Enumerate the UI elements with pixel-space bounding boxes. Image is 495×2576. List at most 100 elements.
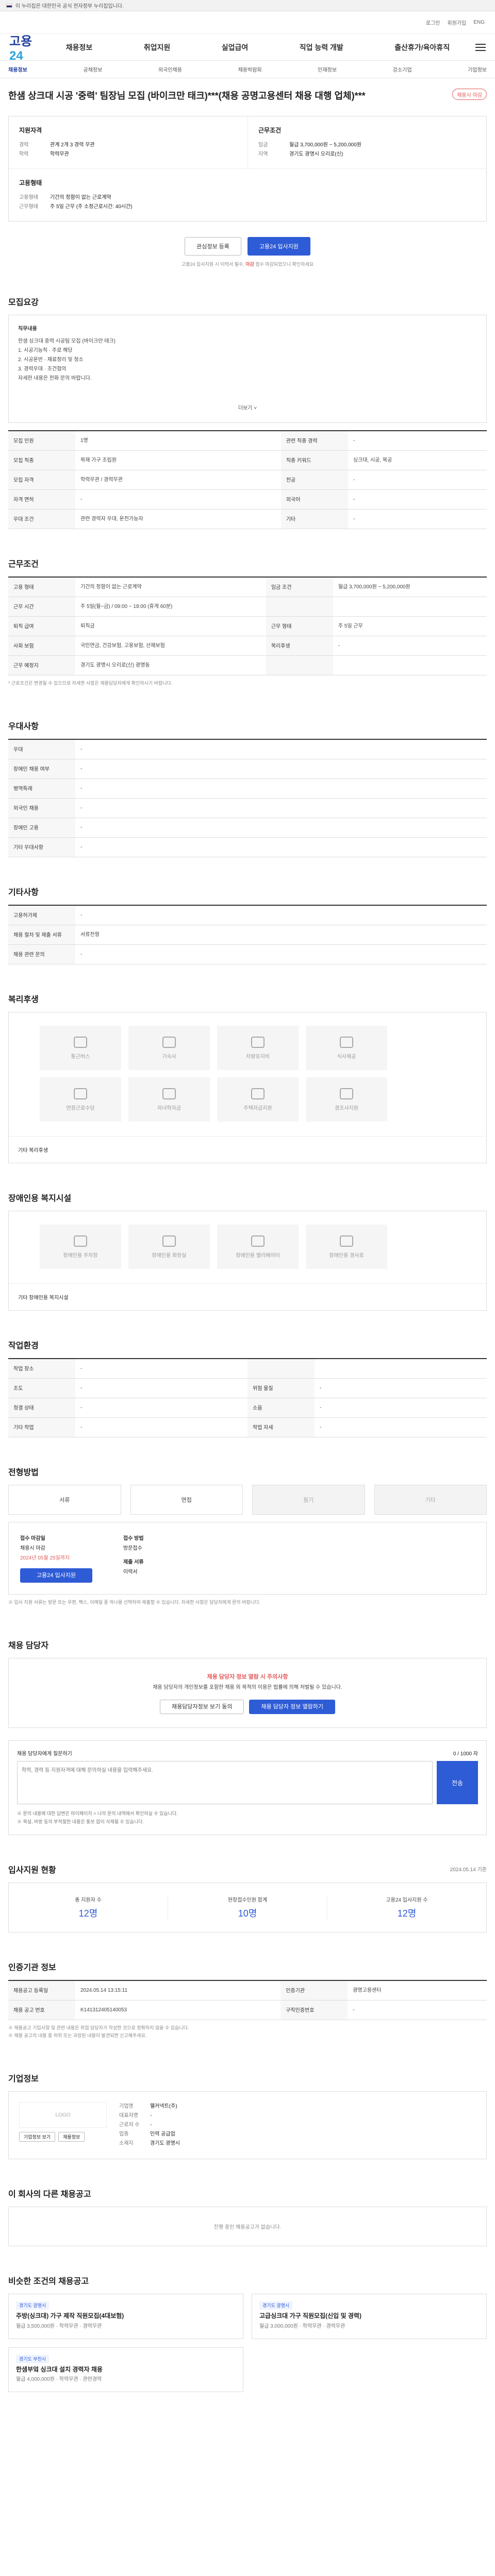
table-cell: K141312405140053 xyxy=(75,2000,281,2020)
table-cell: - xyxy=(75,944,487,965)
login-link[interactable]: 로그인 xyxy=(426,19,440,26)
summary-label: 근무형태 xyxy=(19,204,38,210)
signup-link[interactable]: 회원가입 xyxy=(448,19,467,26)
table-row: 채용 공고 번호 K141312405140053 구직인증번호 - xyxy=(8,2000,487,2020)
company-info-button[interactable]: 기업정보 보기 xyxy=(19,2132,56,2142)
table-header-cell: 위험 물질 xyxy=(248,1378,315,1399)
subnav-item-fair[interactable]: 채용박람회 xyxy=(238,65,262,73)
convenience-section-title: 장애인용 복지시설 xyxy=(8,1194,72,1204)
similar-section-title: 비슷한 조건의 채용공고 xyxy=(8,2277,89,2286)
subnav-item-foreign[interactable]: 외국인채용 xyxy=(158,65,182,73)
similar-job-card[interactable]: 경기도 부천시 한샘부엌 싱크대 설치 경력자 채용 월급 4,000,000원 ·… xyxy=(8,2347,243,2393)
table-cell: - xyxy=(75,1417,248,1438)
similar-job-card[interactable]: 경기도 광명시 고급싱크대 가구 직원모집(신입 및 경력) 월급 3,000,00… xyxy=(252,2294,487,2339)
deadline-value: 채용시 마감 xyxy=(20,1546,45,1552)
stats-section-title: 입사지원 현황 xyxy=(8,1866,56,1875)
summary-label: 지역 xyxy=(258,151,268,157)
subnav-item-small-biz[interactable]: 강소기업 xyxy=(393,65,412,73)
nav-training[interactable]: 직업 능력 개발 xyxy=(300,42,343,53)
similar-job-card[interactable]: 경기도 광명시 주방(싱크대) 가구 제작 직원모집(4대보험) 월급 3,500,… xyxy=(8,2294,243,2339)
table-header-cell: 기타 작업 xyxy=(8,1417,75,1438)
job-card-title[interactable]: 한샘부엌 싱크대 설치 경력자 채용 xyxy=(16,2364,236,2376)
company-jobs-button[interactable]: 채용정보 xyxy=(58,2132,85,2142)
stat-label: 현장접수인원 합계 xyxy=(227,1897,268,1903)
table-cell: - xyxy=(75,905,487,926)
facility-label: 자녀학자금 xyxy=(157,1105,181,1111)
facility-icon xyxy=(162,1088,176,1099)
table-header-cell xyxy=(248,1359,315,1379)
table-cell: - xyxy=(315,1398,487,1418)
table-cell: - xyxy=(75,818,487,838)
work-table: 고용 형태 기간의 정함이 없는 근로계약 임금 조건 월급 3,700,000원 ~… xyxy=(8,576,487,675)
nav-support[interactable]: 취업지원 xyxy=(144,42,171,53)
table-row: 장애인 채용 여부 - xyxy=(8,759,487,779)
apply-box: 접수 마감일 채용시 마감 2024년 05월 25일까지 고용24 입사지원 … xyxy=(8,1522,487,1595)
method-section-title: 전형방법 xyxy=(8,1468,39,1478)
table-row: 자격 면허 - 외국어 - xyxy=(8,489,487,510)
facility-icon xyxy=(340,1036,353,1048)
manager-warning-box: 채용 담당자 정보 열람 시 주의사항 채용 담당자의 개인정보를 포함한 채용… xyxy=(8,1658,487,1728)
method-card-other: 기타 xyxy=(374,1485,487,1515)
stat-label: 총 지원자 수 xyxy=(75,1897,102,1903)
nav-leave[interactable]: 출산휴가/육아휴직 xyxy=(394,42,450,53)
sub-nav: 채용정보 공채정보 외국인채용 채용박람회 인재정보 강소기업 기업정보 xyxy=(0,61,495,78)
info-notes: ※ 채용공고 기입사항 및 관련 내용은 취업 담당자가 작성한 것으로 정확하… xyxy=(8,2025,189,2038)
table-header-cell: 임금 조건 xyxy=(266,577,333,597)
table-header-cell: 고용 형태 xyxy=(8,577,75,597)
facility-icon xyxy=(251,1088,265,1099)
env-table: 작업 장소 - 조도 - 위험 물질 - 청결 상태 - 소음 - 기타 작업 - 작업 자세 - xyxy=(8,1358,487,1438)
table-row: 우대 - xyxy=(8,739,487,760)
agree-button[interactable]: 채용담당자정보 보기 동의 xyxy=(160,1700,244,1715)
summary-value: 경기도 광명시 오리로(신) xyxy=(289,151,343,157)
info-table: 채용공고 등록일 2024.05.14 13:15:11 인증기관 광명고용센터 채용 … xyxy=(8,1979,487,2020)
more-button[interactable]: 더보기 ˅ xyxy=(18,404,477,413)
job-summary: 지원자격 경력 관계 2개 3 경력 무관 학력 학력무관 근무조건 임금 월급 3,… xyxy=(8,115,487,222)
inquiry-label: 채용 담당자에게 질문하기 xyxy=(17,1751,72,1757)
scrap-button[interactable]: 관심정보 등록 xyxy=(185,236,241,256)
welfare-box: 통근버스 기숙사 차량유지비 식사제공 연장근로수당 자녀학자금 주택자금지원 경조사지원 기… xyxy=(8,1012,487,1164)
table-cell: - xyxy=(75,1398,248,1418)
warning-text: 채용 담당자의 개인정보를 포함한 채용 외 목적의 이용은 법률에 의해 처벌… xyxy=(153,1685,342,1691)
job-card-title[interactable]: 고급싱크대 가구 직원모집(신입 및 경력) xyxy=(259,2311,479,2322)
subnav-item-company[interactable]: 기업정보 xyxy=(468,65,487,73)
table-header-cell: 구직인증번호 xyxy=(280,2000,348,2020)
inquiry-count: 0 / 1000 자 xyxy=(453,1751,478,1757)
nav-jobs[interactable]: 채용정보 xyxy=(66,42,93,53)
table-row: 작업 장소 - xyxy=(8,1359,487,1379)
table-cell: 학력무관 / 경력무관 xyxy=(75,470,281,490)
job-card-title[interactable]: 주방(싱크대) 가구 제작 직원모집(4대보험) xyxy=(16,2311,236,2322)
apply-way-value: 방문접수 xyxy=(123,1546,142,1552)
nav-unemployment[interactable]: 실업급여 xyxy=(222,42,249,53)
table-row: 채용 절차 및 제출 서류 서류전형 xyxy=(8,925,487,945)
inquiry-input[interactable] xyxy=(17,1761,433,1805)
facility-label: 장애인용 화장실 xyxy=(152,1252,187,1259)
subnav-item-talent[interactable]: 인재정보 xyxy=(318,65,337,73)
deadline-date: 2024년 05월 25일까지 xyxy=(20,1555,70,1562)
table-row: 청결 상태 - 소음 - xyxy=(8,1398,487,1418)
screening-section-title: 우대사항 xyxy=(8,722,39,732)
hamburger-menu-icon[interactable] xyxy=(475,43,486,51)
table-cell: 국민연금, 건강보험, 고용보험, 산재보험 xyxy=(75,636,266,656)
subnav-item-jobs[interactable]: 채용정보 xyxy=(8,65,27,73)
table-row: 고용 형태 기간의 정함이 없는 근로계약 임금 조건 월급 3,700,000원 ~… xyxy=(8,577,487,597)
facility-label: 주택자금지원 xyxy=(243,1105,272,1111)
facility-icon xyxy=(340,1088,353,1099)
table-header-cell: 자격 면허 xyxy=(8,489,75,510)
facility-label: 장애인용 엘리베이터 xyxy=(236,1252,280,1259)
job-description-label: 직무내용 xyxy=(18,326,37,332)
apply-button-2[interactable]: 고용24 입사지원 xyxy=(20,1568,92,1583)
table-cell: - xyxy=(348,470,487,490)
facility-card: 연장근로수당 xyxy=(40,1077,121,1122)
company-box: LOGO 기업정보 보기 채용정보 기업명 웰커넥트(주) 대표자명 - 근로자 수… xyxy=(8,2091,487,2160)
view-manager-button[interactable]: 채용 담당자 정보 열람하기 xyxy=(249,1700,335,1715)
company-rep: - xyxy=(150,2113,152,2119)
facility-label: 장애인용 경사로 xyxy=(329,1252,364,1259)
summary-value: 학력무관 xyxy=(50,151,69,157)
language-link[interactable]: ENG xyxy=(473,20,485,25)
send-button[interactable]: 전송 xyxy=(437,1761,478,1805)
facility-icon xyxy=(251,1036,265,1048)
facility-card: 장애인용 경사로 xyxy=(306,1225,387,1269)
site-logo[interactable]: 고용24 xyxy=(9,31,40,63)
apply-button[interactable]: 고용24 입사지원 xyxy=(247,236,310,256)
subnav-item-public[interactable]: 공채정보 xyxy=(83,65,102,73)
